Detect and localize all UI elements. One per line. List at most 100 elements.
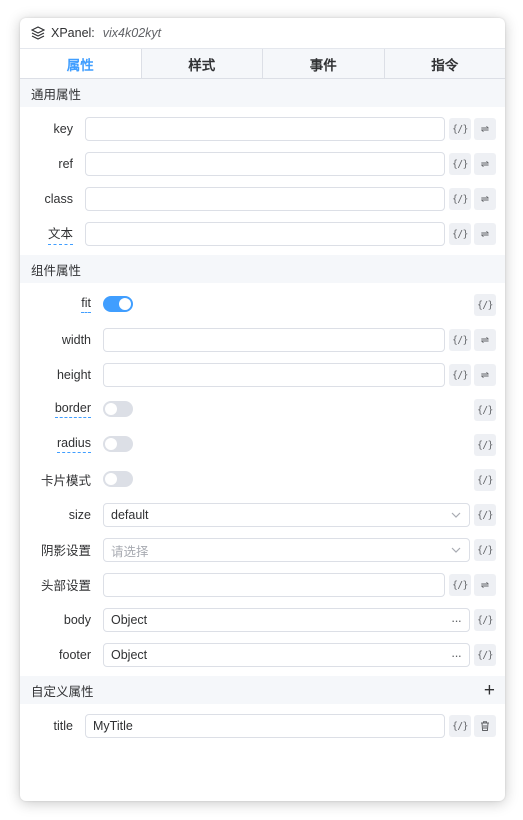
switch-knob [105,473,117,485]
add-icon[interactable]: + [484,681,495,700]
layers-icon [31,26,45,40]
prop-row-body: body Object ··· {/} [20,602,505,637]
ref-input[interactable] [85,152,445,176]
chevron-down-icon [451,510,461,520]
prop-label: width [61,332,91,347]
switch-knob [105,403,117,415]
binding-button[interactable]: {/} [449,364,471,386]
prop-row-border: border {/} [20,392,505,427]
binding-button[interactable]: {/} [474,539,496,561]
height-input[interactable] [103,363,445,387]
binding-button[interactable]: {/} [474,399,496,421]
prop-row-text: 文本 {/} ⇌ [20,216,505,251]
panel-title: XPanel: [51,26,95,40]
section-component: 组件属性 [20,255,505,283]
shadow-select[interactable]: 请选择 [103,538,470,562]
binding-button[interactable]: {/} [474,469,496,491]
prop-row-title: title {/} [20,708,505,743]
more-icon[interactable]: ··· [451,648,462,663]
key-input[interactable] [85,117,445,141]
field-value: Object [111,613,148,627]
prop-label: body [63,612,91,627]
more-icon[interactable]: ··· [451,613,462,628]
radius-switch[interactable] [103,436,133,452]
prop-label: class [44,191,73,206]
prop-label: title [53,718,73,733]
prop-label: 阴影设置 [40,544,91,558]
prop-label: ref [58,156,73,171]
binding-button[interactable]: {/} [449,188,471,210]
switch-mode-icon[interactable]: ⇌ [474,118,496,140]
binding-button[interactable]: {/} [449,153,471,175]
tab-styles[interactable]: 样式 [140,49,262,78]
prop-label: 卡片模式 [40,474,91,488]
prop-row-fit: fit {/} [20,287,505,322]
prop-row-width: width {/} ⇌ [20,322,505,357]
prop-label: fit [81,296,91,313]
prop-label: 头部设置 [40,579,91,593]
tab-directives[interactable]: 指令 [383,49,505,78]
binding-button[interactable]: {/} [474,434,496,456]
fit-switch[interactable] [103,296,133,312]
field-value: Object [111,648,148,662]
binding-button[interactable]: {/} [474,504,496,526]
title-input[interactable] [85,714,445,738]
prop-row-radius: radius {/} [20,427,505,462]
switch-knob [119,298,131,310]
component-id: vix4k02kyt [102,26,162,40]
section-title: 组件属性 [31,263,82,278]
prop-label: height [56,367,91,382]
prop-row-card-mode: 卡片模式 {/} [20,462,505,497]
select-value: default [111,508,149,522]
prop-label: radius [56,436,91,453]
prop-label: footer [59,647,91,662]
body-object-field[interactable]: Object ··· [103,608,470,632]
switch-mode-icon[interactable]: ⇌ [474,364,496,386]
switch-mode-icon[interactable]: ⇌ [474,188,496,210]
prop-row-key: key {/} ⇌ [20,111,505,146]
binding-button[interactable]: {/} [474,644,496,666]
section-common: 通用属性 [20,79,505,107]
tab-properties[interactable]: 属性 [20,49,141,78]
prop-label: border [54,401,91,418]
prop-row-shadow: 阴影设置 请选择 {/} [20,532,505,567]
card-mode-switch[interactable] [103,471,133,487]
switch-knob [105,438,117,450]
prop-row-header-settings: 头部设置 {/} ⇌ [20,567,505,602]
binding-button[interactable]: {/} [449,223,471,245]
binding-button[interactable]: {/} [474,294,496,316]
binding-button[interactable]: {/} [449,118,471,140]
select-placeholder: 请选择 [111,544,149,559]
switch-mode-icon[interactable]: ⇌ [474,329,496,351]
prop-row-class: class {/} ⇌ [20,181,505,216]
switch-mode-icon[interactable]: ⇌ [474,574,496,596]
prop-label: size [68,507,91,522]
class-input[interactable] [85,187,445,211]
tab-events[interactable]: 事件 [262,49,384,78]
footer-object-field[interactable]: Object ··· [103,643,470,667]
trash-icon[interactable] [474,715,496,737]
properties-panel: XPanel: vix4k02kyt 属性 样式 事件 指令 通用属性 key … [20,18,505,801]
binding-button[interactable]: {/} [449,715,471,737]
switch-mode-icon[interactable]: ⇌ [474,153,496,175]
prop-row-ref: ref {/} ⇌ [20,146,505,181]
binding-button[interactable]: {/} [449,329,471,351]
prop-row-size: size default {/} [20,497,505,532]
section-title: 自定义属性 [31,684,94,699]
section-custom: 自定义属性 + [20,676,505,704]
prop-row-footer: footer Object ··· {/} [20,637,505,672]
binding-button[interactable]: {/} [449,574,471,596]
border-switch[interactable] [103,401,133,417]
tab-bar: 属性 样式 事件 指令 [20,49,505,79]
text-input[interactable] [85,222,445,246]
size-select[interactable]: default [103,503,470,527]
width-input[interactable] [103,328,445,352]
header-settings-input[interactable] [103,573,445,597]
chevron-down-icon [451,545,461,555]
switch-mode-icon[interactable]: ⇌ [474,223,496,245]
prop-row-height: height {/} ⇌ [20,357,505,392]
prop-label: 文本 [47,223,73,245]
panel-header: XPanel: vix4k02kyt [20,18,505,49]
section-title: 通用属性 [31,87,82,102]
binding-button[interactable]: {/} [474,609,496,631]
